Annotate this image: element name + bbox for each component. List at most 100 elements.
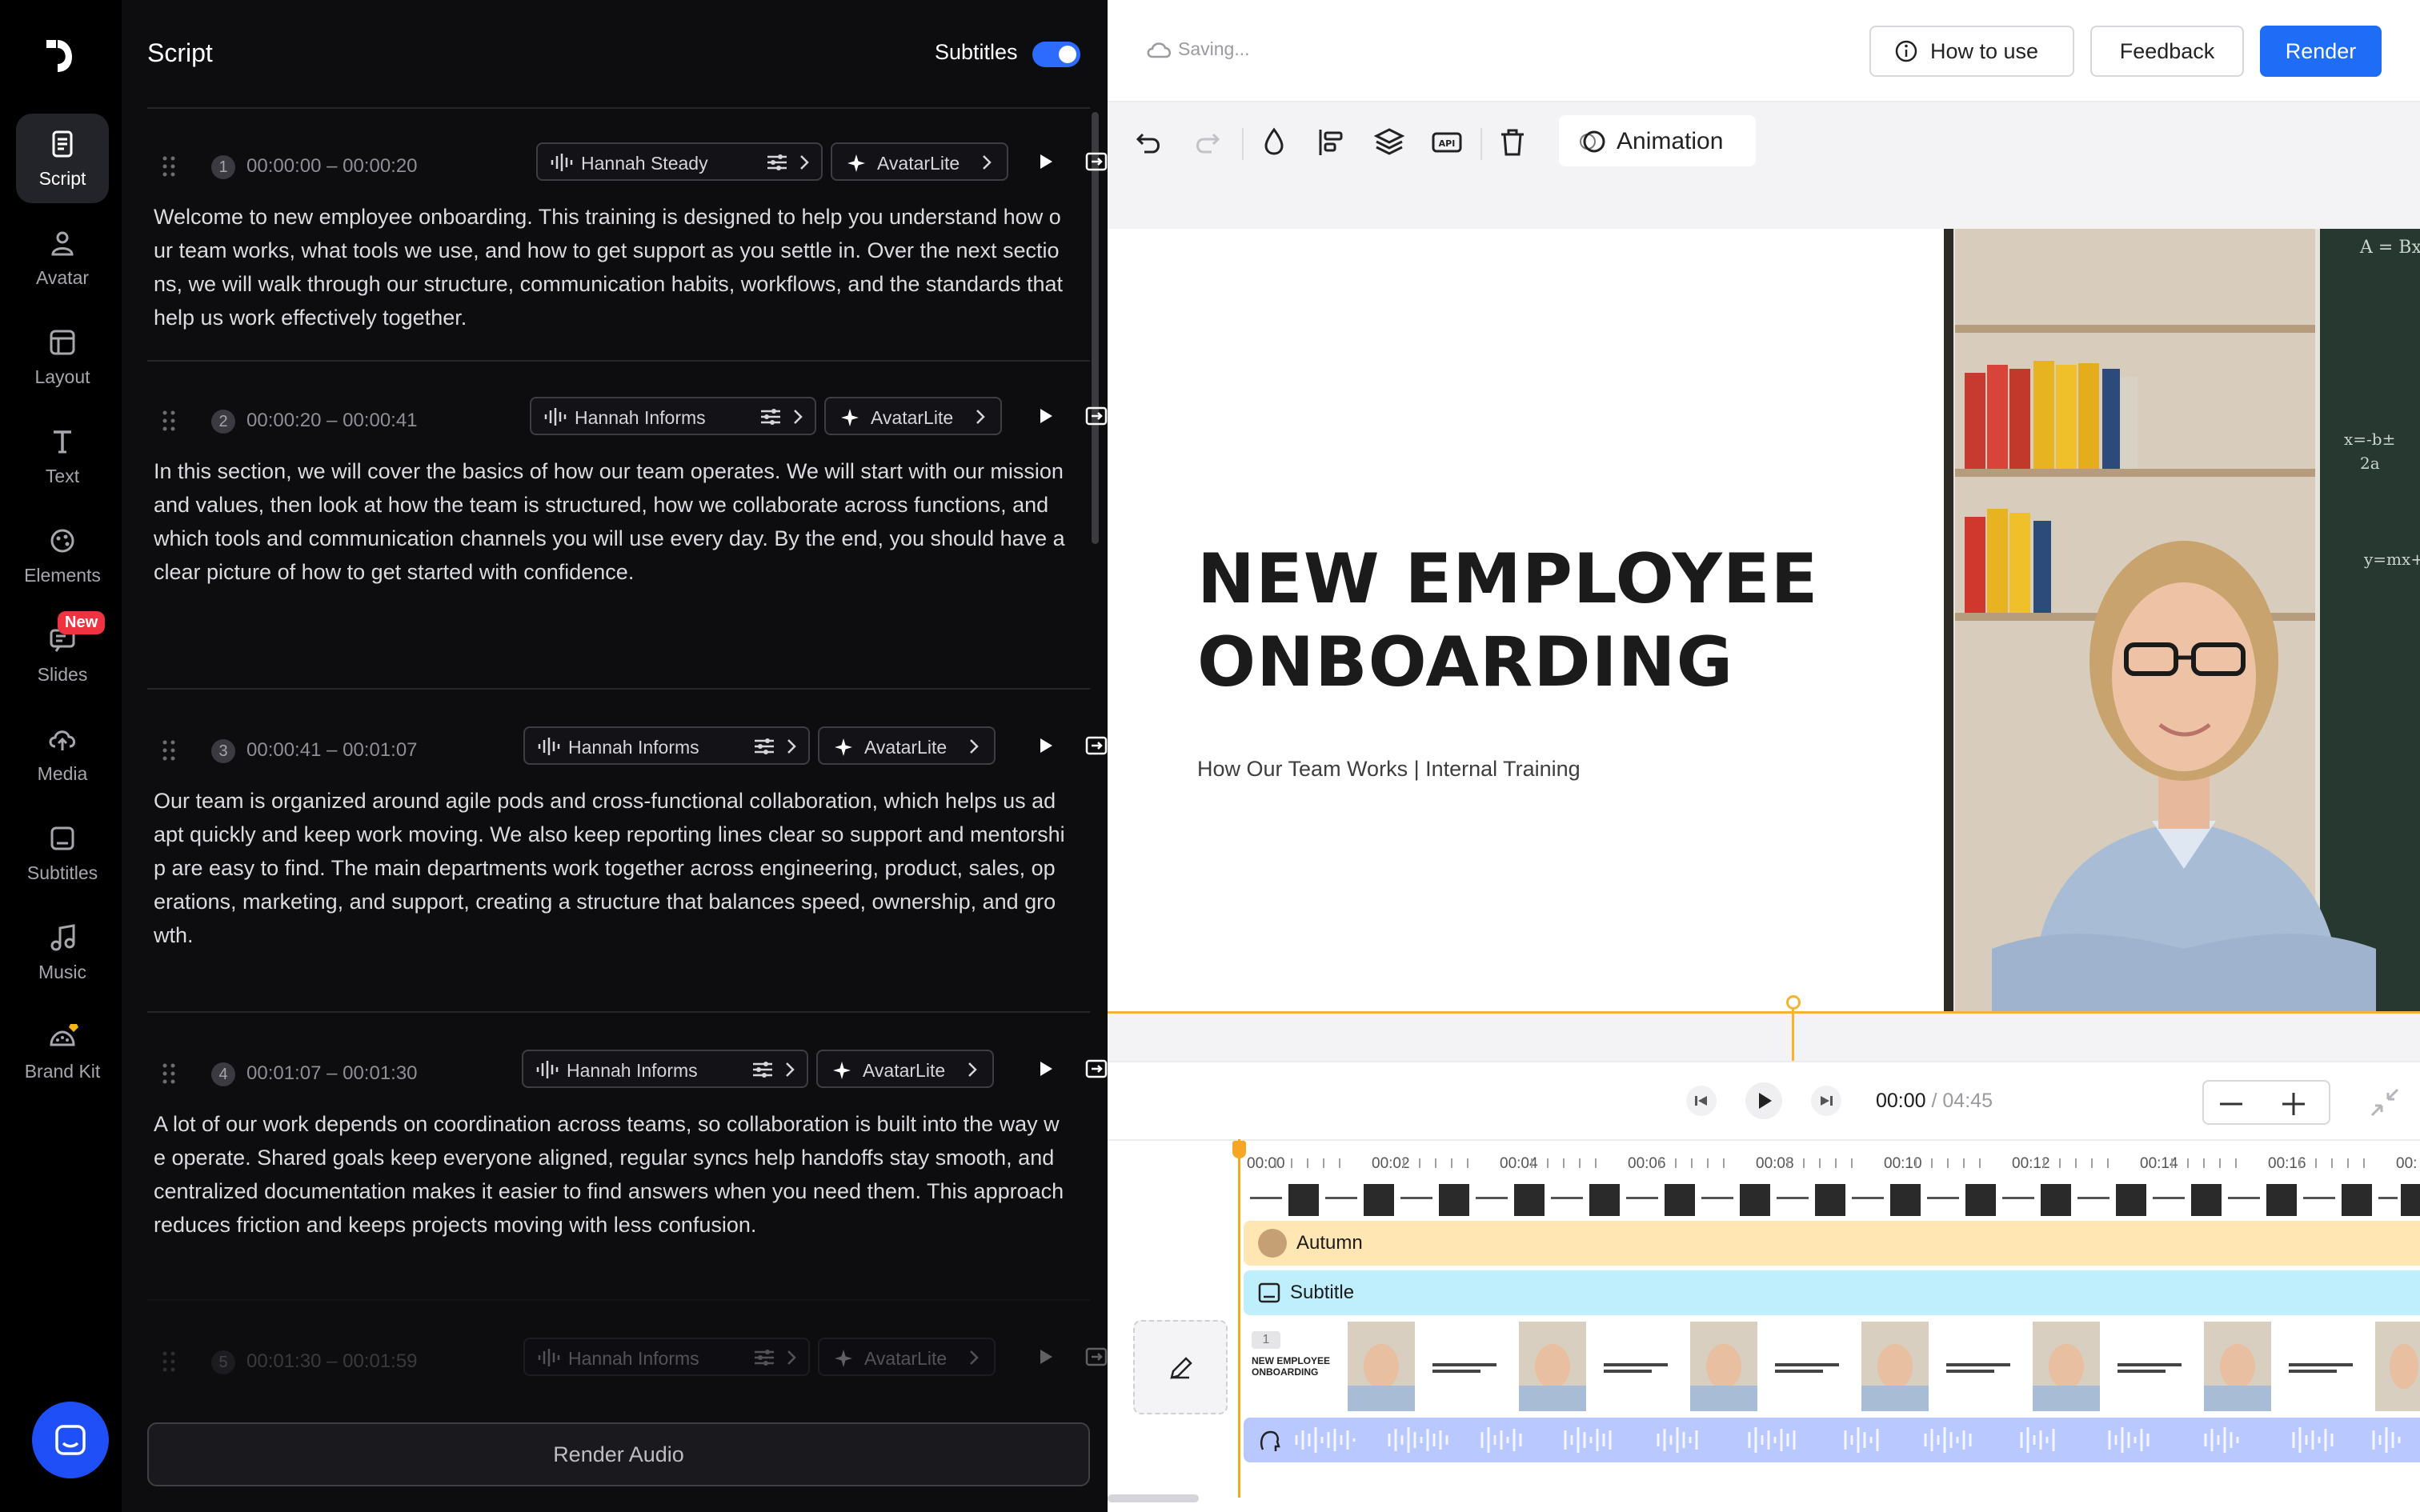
voice-selector[interactable]: Hannah Informs xyxy=(523,726,810,765)
play-icon[interactable] xyxy=(1032,1056,1058,1082)
color-fill-icon[interactable] xyxy=(1256,125,1292,160)
segment-text[interactable]: Welcome to new employee onboarding. This… xyxy=(154,200,1066,334)
nav-item-script[interactable]: Script xyxy=(16,114,109,203)
drag-handle-icon[interactable] xyxy=(162,739,176,762)
feedback-button[interactable]: Feedback xyxy=(2090,26,2244,77)
voice-head-icon xyxy=(1260,1430,1280,1451)
layers-icon[interactable] xyxy=(1372,125,1407,160)
align-icon[interactable] xyxy=(1314,125,1349,160)
nav-label: Media xyxy=(37,763,88,784)
voice-selector[interactable]: Hannah Steady xyxy=(536,142,823,181)
voice-selector[interactable]: Hannah Informs xyxy=(523,1338,810,1376)
panel-title: Script xyxy=(147,38,213,67)
segment-text[interactable]: In this section, we will cover the basic… xyxy=(154,454,1066,589)
fit-timeline-icon[interactable] xyxy=(2367,1085,2402,1120)
sparkle-icon xyxy=(835,1350,852,1367)
segment-number: 4 xyxy=(211,1062,235,1086)
transition-icon[interactable] xyxy=(1084,149,1109,174)
music-icon xyxy=(50,924,75,951)
segment-number: 2 xyxy=(211,410,235,434)
transition-icon[interactable] xyxy=(1084,403,1109,429)
skip-forward-icon[interactable] xyxy=(1810,1085,1842,1117)
drag-handle-icon[interactable] xyxy=(162,1062,176,1085)
playhead[interactable] xyxy=(1238,1139,1240,1498)
redo-icon[interactable] xyxy=(1189,125,1224,160)
avatar-selector[interactable]: AvatarLite xyxy=(818,1338,996,1376)
avatar-selector[interactable]: AvatarLite xyxy=(818,726,996,765)
segment-number: 5 xyxy=(211,1350,235,1374)
cloud-icon xyxy=(1147,42,1171,58)
play-icon[interactable] xyxy=(1745,1082,1783,1120)
play-icon[interactable] xyxy=(1032,403,1058,429)
timeline-ruler[interactable]: 00:00 00:02 00:04 00:06 00:08 00:10 00:1… xyxy=(1108,1139,2420,1179)
zoom-in-icon[interactable] xyxy=(2281,1091,2306,1117)
undo-icon[interactable] xyxy=(1132,125,1167,160)
waveform-icon xyxy=(544,408,567,426)
nav-item-text[interactable]: Text xyxy=(16,411,109,501)
play-icon[interactable] xyxy=(1032,1344,1058,1370)
video-thumbnail-strip[interactable] xyxy=(1244,1181,2420,1219)
chat-support-button[interactable] xyxy=(32,1402,109,1478)
slide-canvas[interactable]: NEW EMPLOYEE ONBOARDING How Our Team Wor… xyxy=(1108,229,2420,1011)
segment-text[interactable]: Our team is organized around agile pods … xyxy=(154,784,1066,952)
scene-thumbnails xyxy=(1348,1322,2420,1411)
nav-item-music[interactable]: Music xyxy=(16,907,109,997)
render-button[interactable]: Render xyxy=(2260,26,2382,77)
sliders-icon[interactable] xyxy=(767,154,787,171)
avatar-name: AvatarLite xyxy=(871,407,954,428)
divider xyxy=(147,1011,1090,1013)
nav-item-subtitles[interactable]: Subtitles xyxy=(16,808,109,898)
how-to-use-button[interactable]: How to use xyxy=(1869,26,2074,77)
nav-item-media[interactable]: Media xyxy=(16,709,109,798)
how-to-use-label: How to use xyxy=(1930,39,2039,63)
chevron-right-icon xyxy=(786,1062,795,1077)
voice-selector[interactable]: Hannah Informs xyxy=(530,397,816,435)
sliders-icon[interactable] xyxy=(754,1349,775,1366)
nav-item-avatar[interactable]: Avatar xyxy=(16,213,109,302)
nav-item-elements[interactable]: Elements xyxy=(16,510,109,600)
sliders-icon[interactable] xyxy=(760,408,781,426)
transition-icon[interactable] xyxy=(1084,1056,1109,1082)
nav-item-brand-kit[interactable]: Brand Kit xyxy=(16,1006,109,1096)
render-audio-button[interactable]: Render Audio xyxy=(147,1422,1090,1486)
animation-button[interactable]: Animation xyxy=(1559,115,1756,166)
subtitles-toggle[interactable] xyxy=(1032,42,1080,67)
transition-icon[interactable] xyxy=(1084,1344,1109,1370)
zoom-out-icon[interactable] xyxy=(2218,1093,2244,1115)
segment-text[interactable]: A lot of our work depends on coordinatio… xyxy=(154,1107,1066,1242)
drag-handle-icon[interactable] xyxy=(162,1350,176,1373)
timeline-scrollbar[interactable] xyxy=(1108,1494,1199,1502)
script-segment: 2 00:00:20 – 00:00:41 Hannah Informs Ava… xyxy=(147,360,1158,661)
delete-icon[interactable] xyxy=(1495,125,1530,160)
audio-track[interactable] xyxy=(1244,1418,2420,1462)
sliders-icon[interactable] xyxy=(752,1061,773,1078)
api-icon[interactable]: API xyxy=(1429,125,1464,160)
ruler-ticks xyxy=(1275,1158,2365,1168)
drag-handle-icon[interactable] xyxy=(162,410,176,432)
nav-label: Subtitles xyxy=(26,862,98,883)
sliders-icon[interactable] xyxy=(754,738,775,755)
app-logo-icon[interactable] xyxy=(40,35,82,77)
media-icon xyxy=(49,730,75,750)
drag-handle-icon[interactable] xyxy=(162,155,176,178)
avatar-selector[interactable]: AvatarLite xyxy=(824,397,1002,435)
avatar-selector[interactable]: AvatarLite xyxy=(816,1050,994,1088)
resize-handle[interactable] xyxy=(1786,995,1801,1010)
avatar-presenter-image[interactable]: A = Bx x=-b± 2a y=mx+b xyxy=(1944,229,2420,1011)
avatar-track[interactable]: Autumn xyxy=(1244,1221,2420,1266)
nav-item-layout[interactable]: Layout xyxy=(16,312,109,402)
transition-icon[interactable] xyxy=(1084,733,1109,758)
script-scrollbar[interactable] xyxy=(1092,112,1099,544)
svg-text:x=-b±: x=-b± xyxy=(2344,430,2395,449)
edit-scene-button[interactable] xyxy=(1133,1320,1228,1414)
avatar-selector[interactable]: AvatarLite xyxy=(831,142,1008,181)
play-icon[interactable] xyxy=(1032,149,1058,174)
voice-selector[interactable]: Hannah Informs xyxy=(522,1050,808,1088)
slide-title[interactable]: NEW EMPLOYEE ONBOARDING xyxy=(1197,538,1818,704)
skip-back-icon[interactable] xyxy=(1685,1085,1717,1117)
play-icon[interactable] xyxy=(1032,733,1058,758)
slide-subtitle[interactable]: How Our Team Works | Internal Training xyxy=(1197,757,1581,782)
scene-track[interactable]: 1 NEW EMPLOYEE ONBOARDING xyxy=(1244,1315,2420,1411)
chevron-right-icon xyxy=(787,739,796,754)
subtitle-track[interactable]: Subtitle xyxy=(1244,1270,2420,1315)
